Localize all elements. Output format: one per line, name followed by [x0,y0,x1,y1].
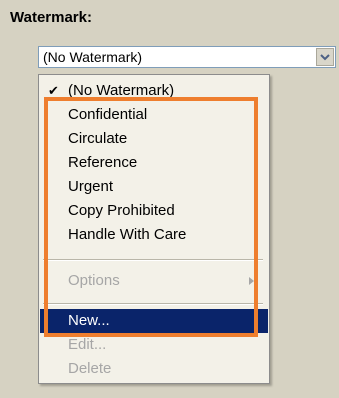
menu-separator [43,259,263,261]
menu-item-label: Copy Prohibited [68,202,175,219]
menu-item-new[interactable]: New... [40,309,268,333]
menu-item-no-watermark[interactable]: ✔ (No Watermark) [40,79,268,103]
chevron-down-icon [320,54,330,61]
menu-item-label: Options [68,272,120,289]
menu-item-reference[interactable]: Reference [40,151,268,175]
menu-item-circulate[interactable]: Circulate [40,127,268,151]
menu-item-label: Urgent [68,178,114,195]
menu-item-label: Delete [68,360,112,377]
menu-separator [43,303,263,305]
dropdown-button[interactable] [316,48,334,66]
menu-item-copy-prohibited[interactable]: Copy Prohibited [40,199,268,223]
menu-item-delete[interactable]: Delete [40,357,268,381]
menu-item-label: New... [68,312,110,329]
menu-item-handle-with-care[interactable]: Handle With Care [40,223,268,247]
menu-item-confidential[interactable]: Confidential [40,103,268,127]
watermark-panel: Watermark: (No Watermark) ✔ (No Watermar… [0,0,339,398]
menu-item-label: Edit... [68,336,107,353]
menu-item-label: (No Watermark) [68,82,175,99]
checkmark-icon: ✔ [48,83,59,98]
menu-item-label: Circulate [68,130,128,147]
menu-item-label: Confidential [68,106,148,123]
menu-item-edit[interactable]: Edit... [40,333,268,357]
menu-item-urgent[interactable]: Urgent [40,175,268,199]
watermark-dropdown[interactable]: (No Watermark) [38,46,336,68]
submenu-arrow-icon [249,277,254,285]
menu-item-label: Handle With Care [68,226,187,243]
menu-item-options[interactable]: Options [40,269,268,293]
watermark-label: Watermark: [10,9,92,26]
watermark-menu: ✔ (No Watermark) Confidential Circulate … [38,74,270,384]
menu-item-label: Reference [68,154,138,171]
watermark-dropdown-value: (No Watermark) [43,49,143,65]
